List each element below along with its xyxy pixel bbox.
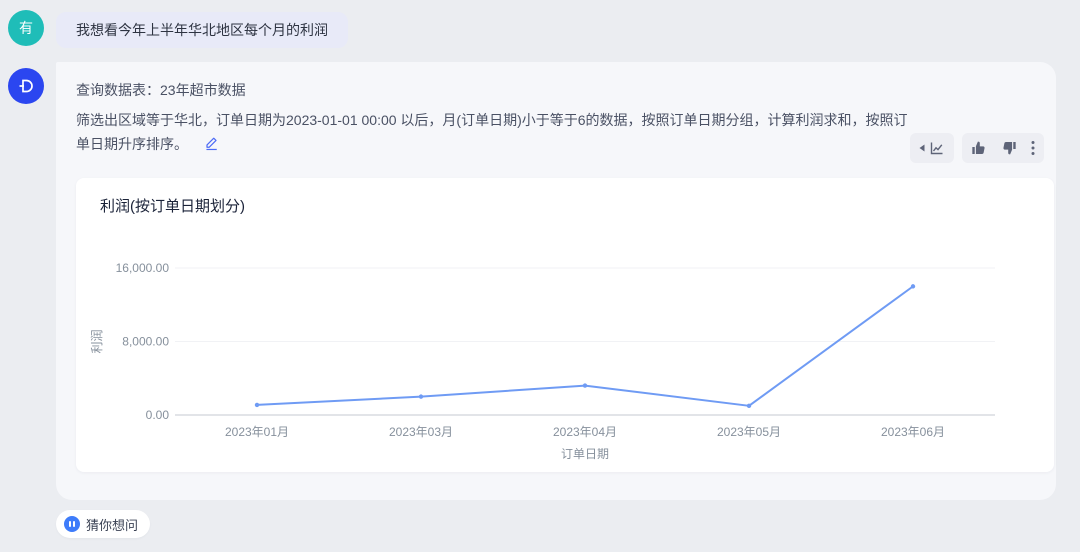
thumbs-up-button[interactable] — [971, 140, 987, 156]
response-toolbar — [910, 133, 1044, 163]
user-avatar: 有 — [8, 10, 44, 46]
collapse-caret-icon — [919, 144, 925, 152]
profit-line-chart: 0.00 8,000.00 16,000.00 利润 2023年01月 2023年03月 2… — [76, 178, 1054, 472]
more-menu-button[interactable] — [1031, 140, 1035, 156]
chart-type-toggle-button[interactable] — [919, 140, 945, 157]
user-avatar-text: 有 — [19, 18, 33, 38]
assistant-avatar — [8, 68, 44, 104]
edit-filter-button[interactable] — [204, 134, 219, 158]
svg-text:利润: 利润 — [90, 329, 104, 353]
kebab-menu-icon — [1031, 140, 1035, 156]
profit-chart-card: 利润(按订单日期划分) 0.008,000.0016,000.00利润2023年… — [76, 178, 1054, 472]
svg-text:8,000.00: 8,000.00 — [122, 335, 169, 349]
dataleap-logo-icon — [15, 75, 37, 97]
query-table-line: 查询数据表：23年超市数据 — [76, 80, 246, 100]
user-message-bubble: 我想看今年上半年华北地区每个月的利润 — [56, 12, 348, 48]
svg-text:2023年04月: 2023年04月 — [553, 425, 617, 439]
thumbs-down-button[interactable] — [1001, 140, 1017, 156]
svg-text:订单日期: 订单日期 — [561, 447, 609, 461]
user-message-text: 我想看今年上半年华北地区每个月的利润 — [76, 20, 328, 40]
svg-text:2023年01月: 2023年01月 — [225, 425, 289, 439]
guess-button-label: 猜你想问 — [86, 515, 138, 534]
thumbs-down-icon — [1001, 140, 1017, 156]
svg-text:2023年03月: 2023年03月 — [389, 425, 453, 439]
filter-description: 筛选出区域等于华北，订单日期为2023-01-01 00:00 以后，月(订单日… — [76, 108, 921, 158]
svg-text:16,000.00: 16,000.00 — [116, 261, 170, 275]
guess-you-want-to-ask-button[interactable]: 猜你想问 — [56, 510, 150, 538]
pencil-edit-icon — [204, 135, 219, 151]
svg-text:2023年06月: 2023年06月 — [881, 425, 945, 439]
assistant-response-card: 查询数据表：23年超市数据 筛选出区域等于华北，订单日期为2023-01-01 … — [56, 62, 1056, 500]
filter-description-text: 筛选出区域等于华北，订单日期为2023-01-01 00:00 以后，月(订单日… — [76, 112, 908, 152]
svg-text:0.00: 0.00 — [146, 408, 170, 422]
suggestion-chat-icon — [64, 516, 80, 532]
chart-type-pill — [910, 133, 954, 163]
line-chart-type-icon — [928, 140, 945, 157]
svg-text:2023年05月: 2023年05月 — [717, 425, 781, 439]
thumbs-up-icon — [971, 140, 987, 156]
feedback-pill — [962, 133, 1044, 163]
